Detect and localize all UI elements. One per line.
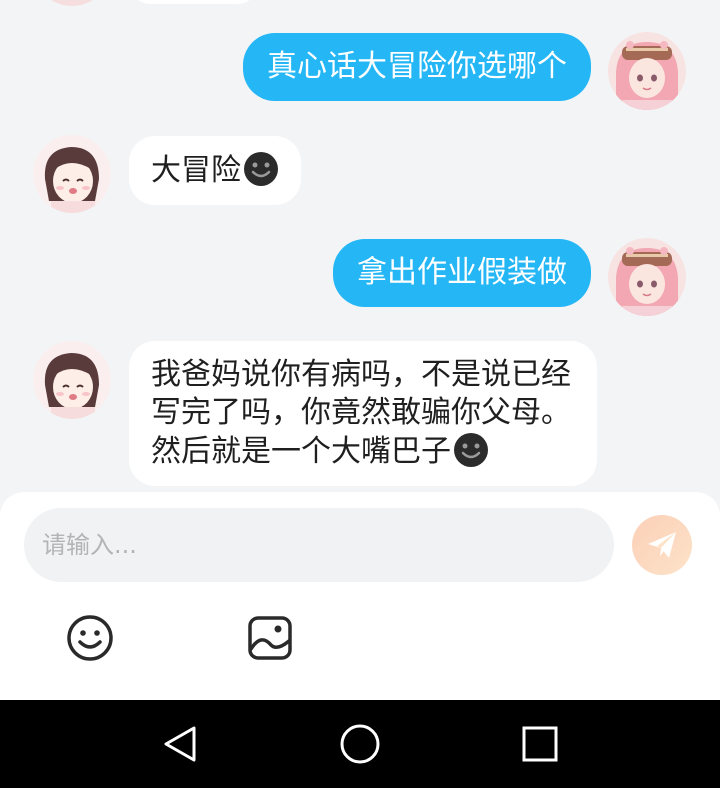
image-button[interactable] [244,612,296,664]
recent-square-icon [522,726,558,762]
send-button[interactable] [632,515,692,575]
message-bubble-incoming[interactable]: 大冒险 [129,136,301,205]
smile-icon [454,433,488,467]
input-panel [0,492,720,700]
message-bubble-incoming[interactable]: 我爸妈说你有病吗，不是说已经写完了吗，你竟然敢骗你父母。然后就是一个大嘴巴子 [129,341,597,486]
message-bubble-outgoing[interactable]: 真心话大冒险你选哪个 [243,33,591,101]
contact-avatar[interactable] [33,341,111,419]
partial-bubble [129,0,259,4]
emoji-button[interactable] [64,612,116,664]
back-button[interactable] [158,722,202,766]
message-text: 大冒险 [151,153,241,188]
emoji-icon [67,615,113,661]
send-icon [648,532,676,558]
back-triangle-icon [164,726,196,762]
recent-apps-button[interactable] [518,722,562,766]
user-avatar[interactable] [608,32,686,110]
image-icon [248,616,292,660]
contact-avatar[interactable] [33,135,111,213]
home-circle-icon [340,724,380,764]
message-text: 我爸妈说你有病吗，不是说已经写完了吗，你竟然敢骗你父母。然后就是一个大嘴巴子 [151,357,571,469]
message-text: 真心话大冒险你选哪个 [267,49,567,84]
message-bubble-outgoing[interactable]: 拿出作业假装做 [333,239,591,307]
user-avatar[interactable] [608,238,686,316]
system-navigation-bar [0,700,720,788]
smile-icon [244,152,278,186]
partial-avatar [33,0,111,6]
chat-message-list[interactable]: 真心话大冒险你选哪个 大冒险 拿出作业假装做 我爸妈说你有病吗，不是说已经写完了… [0,0,720,492]
home-button[interactable] [338,722,382,766]
message-input[interactable] [24,508,614,582]
message-text: 拿出作业假装做 [357,255,567,290]
